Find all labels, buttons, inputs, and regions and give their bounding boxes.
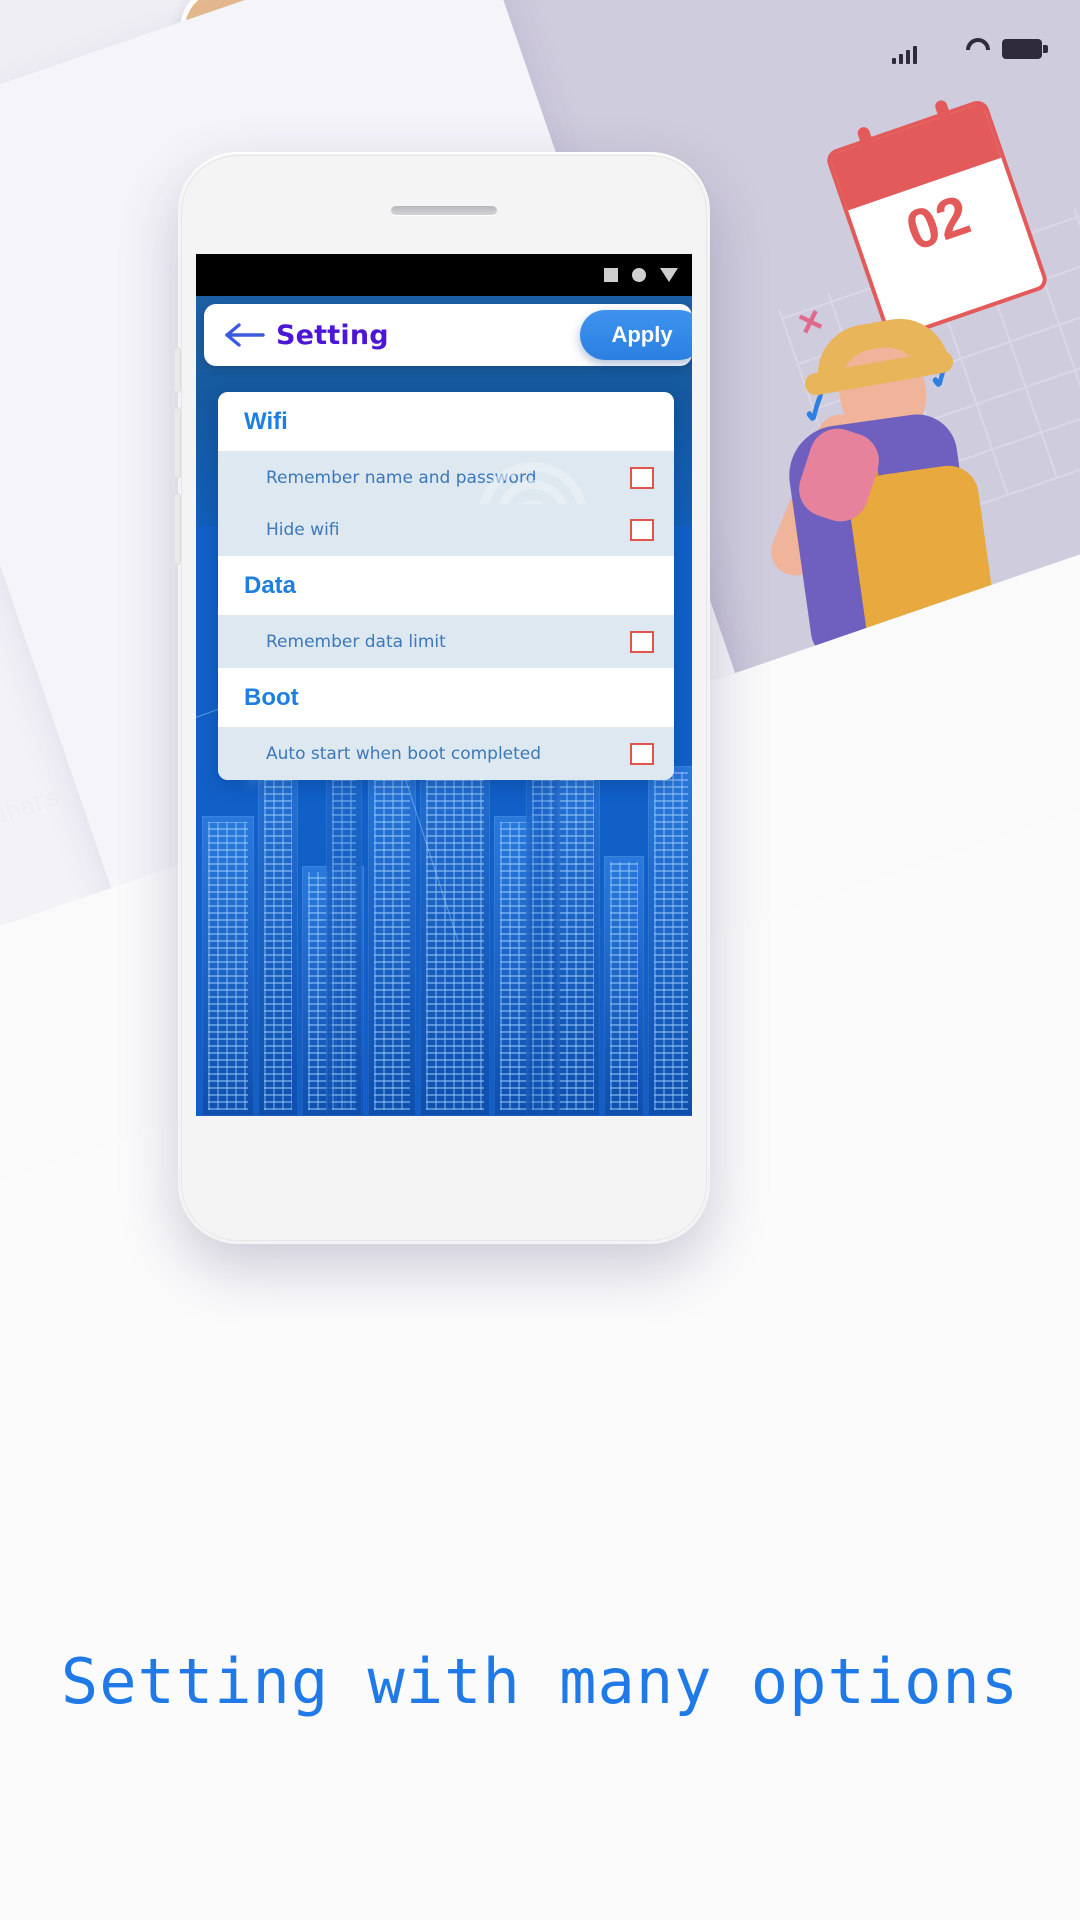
bg-right-statusbar: [892, 36, 1048, 64]
checkbox-remember-data-limit[interactable]: [630, 631, 654, 653]
page-title: Setting: [276, 319, 389, 351]
wifi-icon: [966, 38, 990, 50]
option-row-hide-wifi[interactable]: Hide wifi: [218, 504, 674, 556]
phone-speaker-grille: [391, 206, 497, 215]
triangle-down-icon: [660, 268, 678, 282]
phone-volume-down-button: [174, 494, 180, 564]
phone-mockup: Setting Apply Wifi Remember name and pas…: [174, 152, 710, 1244]
option-label: Remember name and password: [266, 468, 537, 488]
checkbox-hide-wifi[interactable]: [630, 519, 654, 541]
phone-mute-switch: [174, 348, 180, 392]
signal-icon: [892, 46, 917, 64]
option-label: Hide wifi: [266, 520, 340, 540]
option-row-auto-start-when-boot-completed[interactable]: Auto start when boot completed: [218, 728, 674, 780]
circle-icon: [632, 268, 646, 282]
option-row-remember-name-and-password[interactable]: Remember name and password: [218, 452, 674, 526]
option-label: Auto start when boot completed: [266, 744, 542, 764]
checkbox-remember-name-and-password[interactable]: [630, 467, 654, 489]
page-caption: Setting with many options: [60, 1645, 1020, 1718]
phone-volume-up-button: [174, 408, 180, 478]
phone-screen: Setting Apply Wifi Remember name and pas…: [196, 254, 692, 1116]
settings-card: Wifi Remember name and password Hide wif…: [218, 392, 674, 780]
battery-icon: [1002, 39, 1048, 59]
app-header-band: Setting Apply: [196, 296, 692, 372]
back-arrow-icon[interactable]: [218, 322, 270, 348]
section-header-wifi: Wifi: [218, 392, 674, 452]
checkbox-auto-start-when-boot-completed[interactable]: [630, 743, 654, 765]
apply-button[interactable]: Apply: [580, 310, 692, 360]
option-row-remember-data-limit[interactable]: Remember data limit: [218, 616, 674, 668]
app-header: Setting Apply: [204, 304, 692, 366]
square-icon: [604, 268, 618, 282]
section-header-boot: Boot: [218, 668, 674, 728]
section-header-data: Data: [218, 556, 674, 616]
option-label: Remember data limit: [266, 632, 446, 652]
status-bar: [196, 254, 692, 296]
